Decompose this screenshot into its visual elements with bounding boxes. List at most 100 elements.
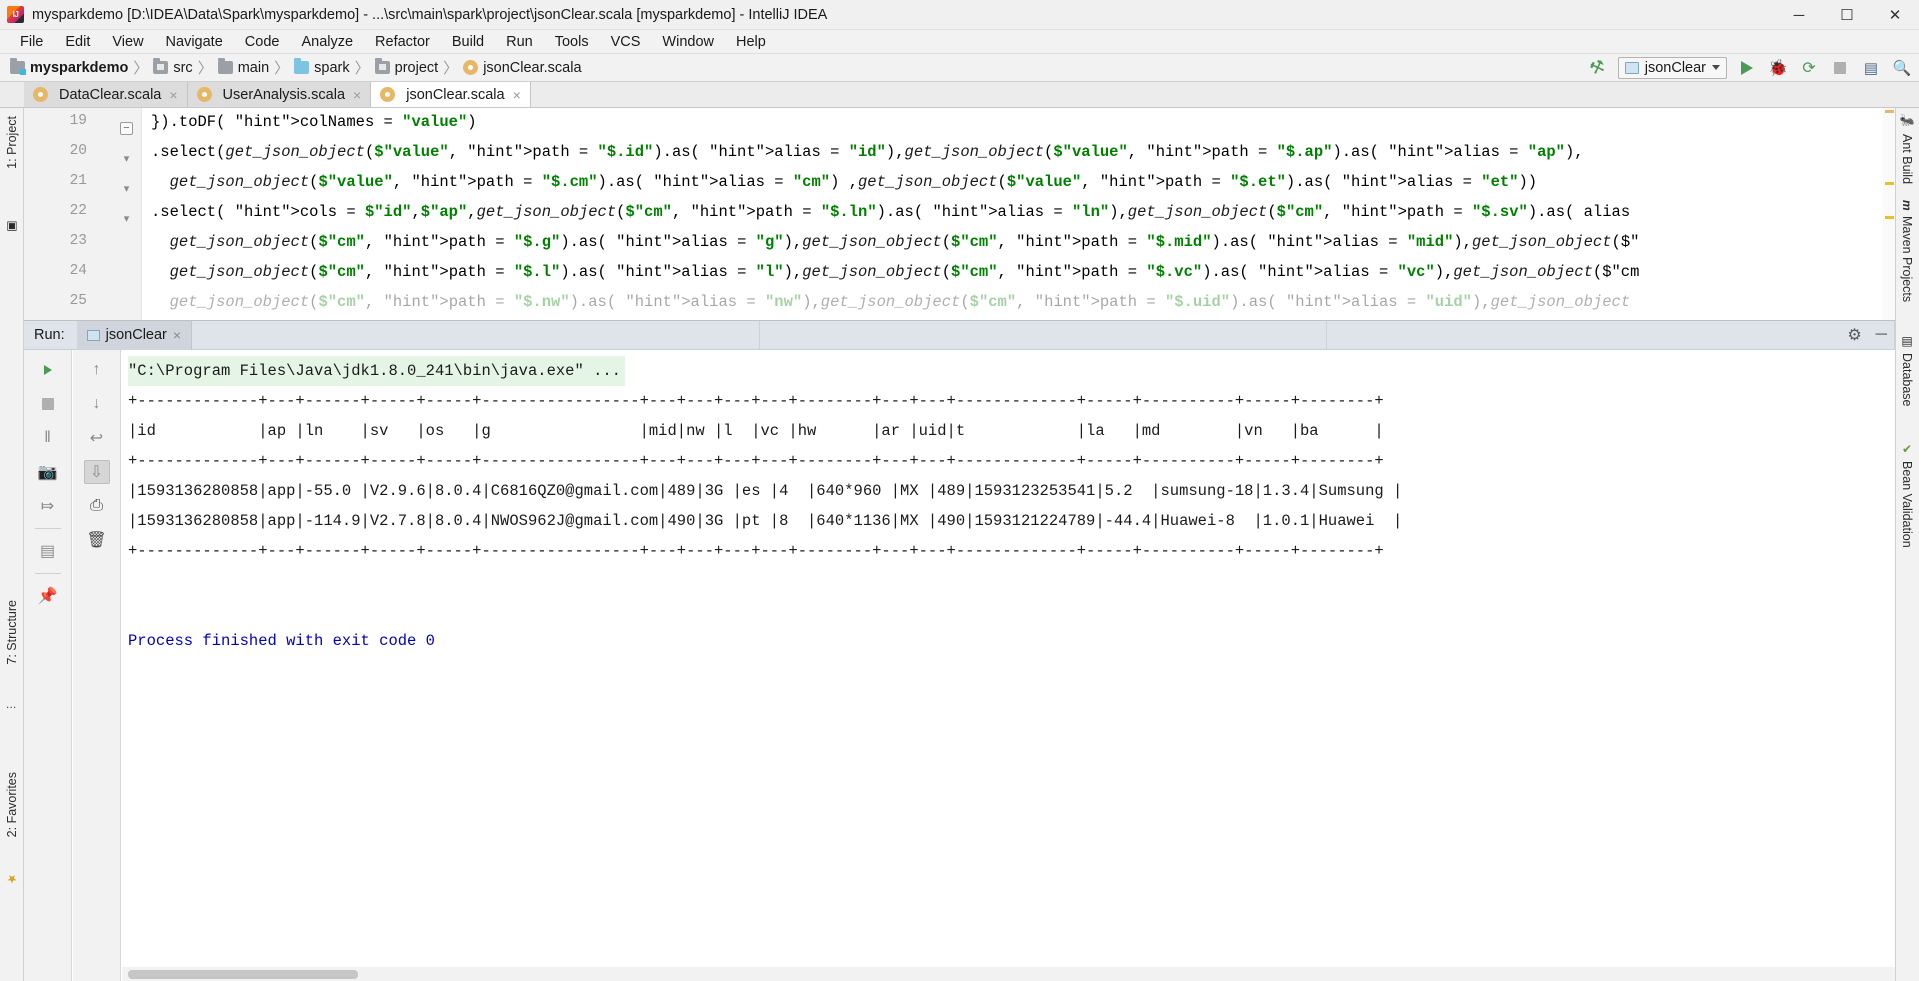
sidebar-item-project[interactable]: 1: Project bbox=[0, 112, 24, 173]
rerun-button[interactable] bbox=[35, 358, 61, 382]
menu-vcs[interactable]: VCS bbox=[600, 32, 652, 52]
project-structure-icon: ▤ bbox=[1863, 59, 1879, 77]
console-horizontal-scrollbar[interactable] bbox=[122, 967, 1895, 981]
tab-jsonclear-scala[interactable]: jsonClear.scala × bbox=[371, 82, 531, 107]
stop-button[interactable] bbox=[1829, 57, 1851, 79]
console-output[interactable]: "C:\Program Files\Java\jdk1.8.0_241\bin\… bbox=[122, 350, 1895, 981]
breadcrumb-label: jsonClear.scala bbox=[483, 59, 582, 76]
console-table-separator-top: +-------------+---+------+-----+-----+--… bbox=[128, 392, 1384, 410]
hide-window-icon[interactable]: ─ bbox=[1876, 326, 1887, 344]
structure-tool-icon[interactable]: ⫶ bbox=[0, 702, 24, 713]
menu-build[interactable]: Build bbox=[441, 32, 495, 52]
warning-marker[interactable] bbox=[1885, 216, 1894, 219]
menu-edit[interactable]: Edit bbox=[54, 32, 101, 52]
breadcrumb-main[interactable]: main 〉 bbox=[217, 57, 294, 78]
project-structure-button[interactable]: ▤ bbox=[1860, 57, 1882, 79]
sidebar-item-structure[interactable]: 7: Structure bbox=[0, 596, 24, 669]
minimize-button[interactable]: ─ bbox=[1775, 0, 1823, 30]
code-editor[interactable]: 19 20 21 22 23 24 25 − ▾ ▾ ▾ }).toDF( "h… bbox=[24, 108, 1895, 320]
debug-button[interactable]: 🐞 bbox=[1767, 57, 1789, 79]
soft-wrap-button[interactable]: ↩ bbox=[84, 426, 110, 450]
play-icon bbox=[43, 365, 52, 375]
fold-arrow-icon[interactable]: ▾ bbox=[120, 184, 133, 197]
menu-tools[interactable]: Tools bbox=[544, 32, 600, 52]
scrollbar-thumb[interactable] bbox=[128, 970, 358, 979]
line-number: 19 bbox=[69, 113, 87, 129]
breadcrumb-project[interactable]: project 〉 bbox=[374, 57, 464, 78]
tab-label: UserAnalysis.scala bbox=[222, 86, 346, 103]
project-tool-icon[interactable]: ▣ bbox=[0, 216, 24, 238]
sidebar-item-maven-projects[interactable]: m Maven Projects bbox=[1895, 196, 1919, 306]
menu-help[interactable]: Help bbox=[725, 32, 777, 52]
gear-icon[interactable]: ⚙ bbox=[1847, 325, 1861, 345]
run-tool-window: Run: jsonClear × ⚙ ─ ‖ 📷 ⤇ ▤ 📌 ↑ ↓ ↩ ⇩ ⎙… bbox=[24, 320, 1895, 981]
code-text[interactable]: }).toDF( "hint">colNames = "value") .sel… bbox=[143, 108, 1895, 320]
pause-output-button[interactable]: ‖ bbox=[35, 426, 61, 450]
fold-arrow-icon[interactable]: ▾ bbox=[120, 154, 133, 167]
sidebar-item-database[interactable]: ▤ Database bbox=[1895, 330, 1919, 411]
run-header-spacer-1 bbox=[192, 320, 760, 350]
search-everywhere-button[interactable]: 🔍 bbox=[1891, 57, 1913, 79]
close-tab-icon[interactable]: × bbox=[353, 87, 361, 103]
toolbar-divider bbox=[34, 573, 61, 574]
dump-threads-button[interactable]: 📷 bbox=[35, 460, 61, 484]
pin-tab-button[interactable]: 📌 bbox=[35, 584, 61, 608]
scroll-to-end-button[interactable]: ⇩ bbox=[83, 460, 110, 484]
editor-marker-bar[interactable] bbox=[1883, 108, 1895, 320]
up-arrow-button[interactable]: ↑ bbox=[84, 358, 110, 382]
close-tab-icon[interactable]: × bbox=[513, 87, 521, 103]
close-icon[interactable]: × bbox=[173, 327, 181, 343]
menu-navigate[interactable]: Navigate bbox=[155, 32, 234, 52]
menu-window[interactable]: Window bbox=[651, 32, 725, 52]
menu-refactor[interactable]: Refactor bbox=[364, 32, 441, 52]
right-tool-window-strip: 🐜 Ant Build m Maven Projects ▤ Database … bbox=[1895, 108, 1919, 981]
run-tab-label: jsonClear bbox=[105, 327, 167, 343]
fold-region-toggle[interactable]: − bbox=[120, 122, 133, 135]
line-number: 22 bbox=[69, 203, 87, 219]
tab-dataclear-scala[interactable]: DataClear.scala × bbox=[24, 82, 188, 107]
breadcrumb-spark[interactable]: spark 〉 bbox=[294, 57, 374, 78]
sidebar-item-ant-build[interactable]: 🐜 Ant Build bbox=[1895, 110, 1919, 188]
menu-code[interactable]: Code bbox=[234, 32, 291, 52]
menu-view[interactable]: View bbox=[101, 32, 154, 52]
close-tab-icon[interactable]: × bbox=[169, 87, 177, 103]
console-table-separator-mid: +-------------+---+------+-----+-----+--… bbox=[128, 452, 1384, 470]
stop-button[interactable] bbox=[35, 392, 61, 416]
console-table-row: |1593136280858|app|-114.9|V2.7.8|8.0.4|N… bbox=[128, 512, 1403, 530]
maximize-button[interactable]: ☐ bbox=[1823, 0, 1871, 30]
run-config-icon bbox=[86, 329, 100, 341]
menu-run[interactable]: Run bbox=[495, 32, 544, 52]
run-with-coverage-button[interactable]: ⟳ bbox=[1798, 57, 1820, 79]
sidebar-item-bean-validation[interactable]: ✔ Bean Validation bbox=[1895, 438, 1919, 552]
code-line: .select( "hint">cols = $"id",$"ap",get_j… bbox=[151, 203, 1631, 221]
breadcrumb-src[interactable]: src 〉 bbox=[153, 57, 217, 78]
sidebar-item-favorites[interactable]: 2: Favorites bbox=[0, 768, 24, 841]
restore-layout-button[interactable]: ⤇ bbox=[35, 494, 61, 518]
run-tab-jsonclear[interactable]: jsonClear × bbox=[76, 320, 193, 350]
build-project-button[interactable]: ⚒ bbox=[1587, 55, 1609, 78]
folder-icon bbox=[217, 58, 233, 74]
breadcrumb-jsonclear-scala[interactable]: jsonClear.scala bbox=[463, 59, 582, 76]
favorites-star-icon: ★ bbox=[5, 872, 19, 886]
tab-useranalysis-scala[interactable]: UserAnalysis.scala × bbox=[187, 82, 372, 107]
clear-all-button[interactable]: 🗑 bbox=[84, 528, 110, 552]
print-button[interactable]: ⎙ bbox=[84, 494, 110, 518]
layout-settings-button[interactable]: ▤ bbox=[35, 539, 61, 563]
run-header-actions: ⚙ ─ bbox=[1847, 325, 1887, 345]
sidebar-item-label: 2: Favorites bbox=[5, 772, 19, 838]
run-configuration-selector[interactable]: jsonClear bbox=[1617, 56, 1727, 79]
warning-marker[interactable] bbox=[1885, 182, 1894, 185]
menu-file[interactable]: File bbox=[9, 32, 54, 52]
fold-arrow-icon[interactable]: ▾ bbox=[120, 214, 133, 227]
sidebar-item-label: 1: Project bbox=[5, 116, 19, 169]
line-number: 21 bbox=[69, 173, 87, 189]
warning-marker[interactable] bbox=[1885, 110, 1894, 113]
favorites-tool-icon[interactable]: ★ bbox=[0, 868, 24, 890]
breadcrumb-mysparkdemo[interactable]: mysparkdemo 〉 bbox=[10, 57, 153, 78]
run-button[interactable] bbox=[1736, 57, 1758, 79]
down-arrow-button[interactable]: ↓ bbox=[84, 392, 110, 416]
code-line: get_json_object($"value", "hint">path = … bbox=[169, 173, 1538, 191]
close-button[interactable]: ✕ bbox=[1871, 0, 1919, 30]
run-header-spacer-2 bbox=[760, 320, 1328, 350]
menu-analyze[interactable]: Analyze bbox=[290, 32, 364, 52]
